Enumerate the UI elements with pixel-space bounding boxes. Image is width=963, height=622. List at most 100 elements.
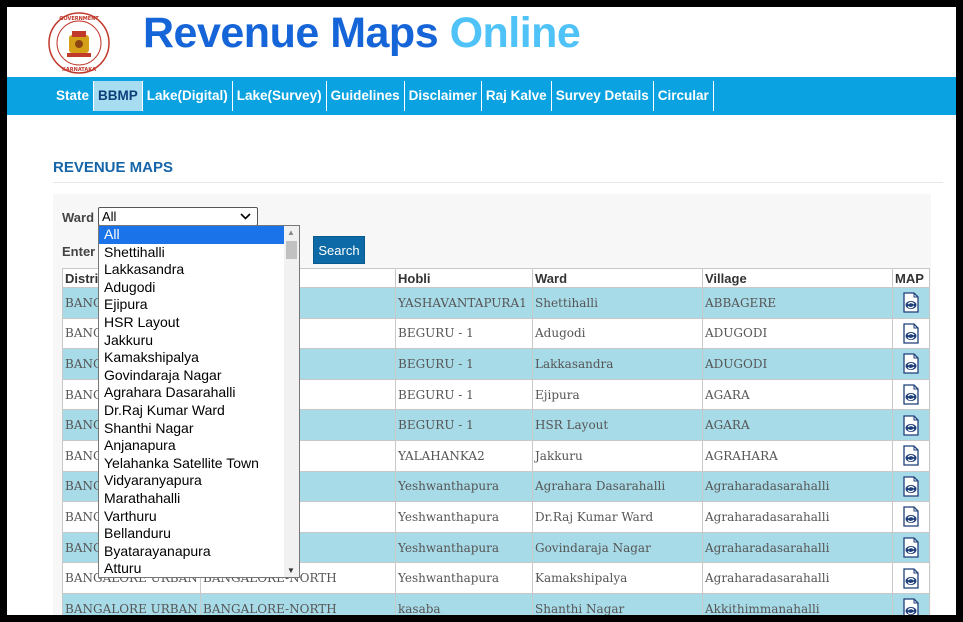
cell-village: ABBAGERE (702, 287, 893, 319)
cell-village: ADUGODI (702, 348, 893, 380)
cell-village: Akkithimmanahalli (702, 592, 893, 615)
map-document-icon[interactable] (902, 384, 920, 405)
col-village: Village (702, 268, 893, 288)
map-document-icon[interactable] (902, 415, 920, 436)
cell-map (892, 409, 930, 441)
nav-disclaimer[interactable]: Disclaimer (405, 81, 482, 111)
cell-ward: Lakkasandra (532, 348, 703, 380)
cell-map (892, 592, 930, 615)
ward-option[interactable]: Jakkuru (99, 332, 285, 350)
cell-village: AGRAHARA (702, 439, 893, 472)
cell-village: AGARA (702, 409, 893, 441)
nav-lake-survey[interactable]: Lake(Survey) (233, 81, 327, 111)
ward-option[interactable]: Shanthi Nagar (99, 420, 285, 438)
nav-guidelines[interactable]: Guidelines (327, 81, 405, 111)
cell-hobli: BEGURU - 1 (395, 317, 533, 350)
cell-ward: Shettihalli (532, 287, 703, 319)
cell-taluk: BANGALORE-NORTH (200, 592, 396, 615)
cell-map (892, 378, 930, 411)
map-document-icon[interactable] (902, 353, 920, 375)
ward-option[interactable]: Vidyaranyapura (99, 472, 285, 490)
ward-option[interactable]: Anjanapura (99, 437, 285, 455)
ward-option[interactable]: Dr.Raj Kumar Ward (99, 402, 285, 420)
ward-option[interactable]: Varthuru (99, 508, 285, 526)
cell-ward: Govindaraja Nagar (532, 531, 703, 564)
ward-option[interactable]: Atturu (99, 560, 285, 577)
ward-option[interactable]: HSR Layout (99, 314, 285, 332)
nav-state[interactable]: State (52, 81, 95, 111)
map-document-icon[interactable] (902, 476, 920, 497)
ward-option[interactable]: Bellanduru (99, 525, 285, 543)
ward-option[interactable]: Marathahalli (99, 490, 285, 508)
map-document-icon[interactable] (902, 506, 920, 528)
cell-village: Agraharadasarahalli (702, 470, 893, 503)
cell-map (892, 531, 930, 564)
nav-raj-kalve[interactable]: Raj Kalve (482, 81, 552, 111)
divider (53, 182, 943, 183)
cell-ward: Jakkuru (532, 439, 703, 472)
col-hobli: Hobli (395, 268, 533, 288)
ward-option[interactable]: All (99, 226, 285, 244)
ward-label: Ward (62, 210, 95, 225)
table-row: BANGALORE URBAN BANGALORE-NORTH kasaba Shan… (62, 592, 930, 615)
cell-village: Agraharadasarahalli (702, 501, 893, 533)
cell-map (892, 287, 930, 319)
cell-hobli: YALAHANKA2 (395, 439, 533, 472)
ward-option[interactable]: Agrahara Dasarahalli (99, 384, 285, 402)
main-nav: State BBMP Lake(Digital) Lake(Survey) Gu… (7, 77, 956, 115)
scrollbar[interactable]: ▲ ▼ (284, 226, 299, 577)
site-title: Revenue Maps Online (143, 9, 581, 58)
cell-hobli: Yeshwanthapura (395, 531, 533, 564)
cell-map (892, 439, 930, 472)
cell-map (892, 470, 930, 503)
ward-option[interactable]: Shettihalli (99, 244, 285, 262)
nav-lake-digital[interactable]: Lake(Digital) (143, 81, 233, 111)
map-document-icon[interactable] (902, 292, 920, 313)
page: GOVERNMENT KARNATAKA Revenue Maps Online… (7, 7, 956, 615)
cell-ward: HSR Layout (532, 409, 703, 441)
cell-hobli: Yeshwanthapura (395, 562, 533, 594)
cell-map (892, 501, 930, 533)
nav-circular[interactable]: Circular (654, 81, 714, 111)
map-document-icon[interactable] (902, 537, 920, 558)
cell-ward: Dr.Raj Kumar Ward (532, 501, 703, 533)
map-document-icon[interactable] (902, 323, 920, 344)
ward-option[interactable]: Govindaraja Nagar (99, 367, 285, 385)
nav-bbmp[interactable]: BBMP (94, 81, 143, 111)
cell-hobli: BEGURU - 1 (395, 378, 533, 411)
page-title: REVENUE MAPS (53, 159, 174, 176)
cell-village: ADUGODI (702, 317, 893, 350)
ward-option[interactable]: Adugodi (99, 279, 285, 297)
enter-label: Enter (62, 244, 96, 259)
search-button[interactable]: Search (313, 236, 365, 264)
cell-map (892, 317, 930, 350)
ward-option[interactable]: Kamakshipalya (99, 349, 285, 367)
scroll-up-icon[interactable]: ▲ (287, 228, 295, 237)
ward-option[interactable]: Yelahanka Satellite Town (99, 455, 285, 473)
cell-map (892, 562, 930, 594)
cell-ward: Shanthi Nagar (532, 592, 703, 615)
site-header: GOVERNMENT KARNATAKA Revenue Maps Online (7, 7, 956, 77)
ward-option[interactable]: Byatarayanapura (99, 543, 285, 561)
map-document-icon[interactable] (902, 567, 920, 589)
scroll-thumb[interactable] (286, 241, 297, 259)
ward-dropdown-list[interactable]: All Shettihalli Lakkasandra Adugodi Ejipura H… (98, 225, 300, 578)
cell-map (892, 348, 930, 380)
ward-option[interactable]: Ejipura (99, 296, 285, 314)
cell-hobli: BEGURU - 1 (395, 409, 533, 441)
svg-text:GOVERNMENT: GOVERNMENT (59, 16, 99, 22)
cell-ward: Agrahara Dasarahalli (532, 470, 703, 503)
cell-hobli: YASHAVANTAPURA1 (395, 287, 533, 319)
site-title-main: Revenue Maps (143, 9, 439, 57)
col-map: MAP (892, 268, 930, 288)
ward-select-value: All (102, 209, 117, 224)
ward-select[interactable]: All (98, 207, 258, 226)
ward-option[interactable]: Lakkasandra (99, 261, 285, 279)
map-document-icon[interactable] (902, 598, 920, 615)
cell-hobli: Yeshwanthapura (395, 470, 533, 503)
cell-district: BANGALORE URBAN (62, 592, 201, 615)
scroll-down-icon[interactable]: ▼ (287, 566, 295, 575)
nav-survey-details[interactable]: Survey Details (552, 81, 654, 111)
cell-hobli: Yeshwanthapura (395, 501, 533, 533)
map-document-icon[interactable] (902, 445, 920, 466)
